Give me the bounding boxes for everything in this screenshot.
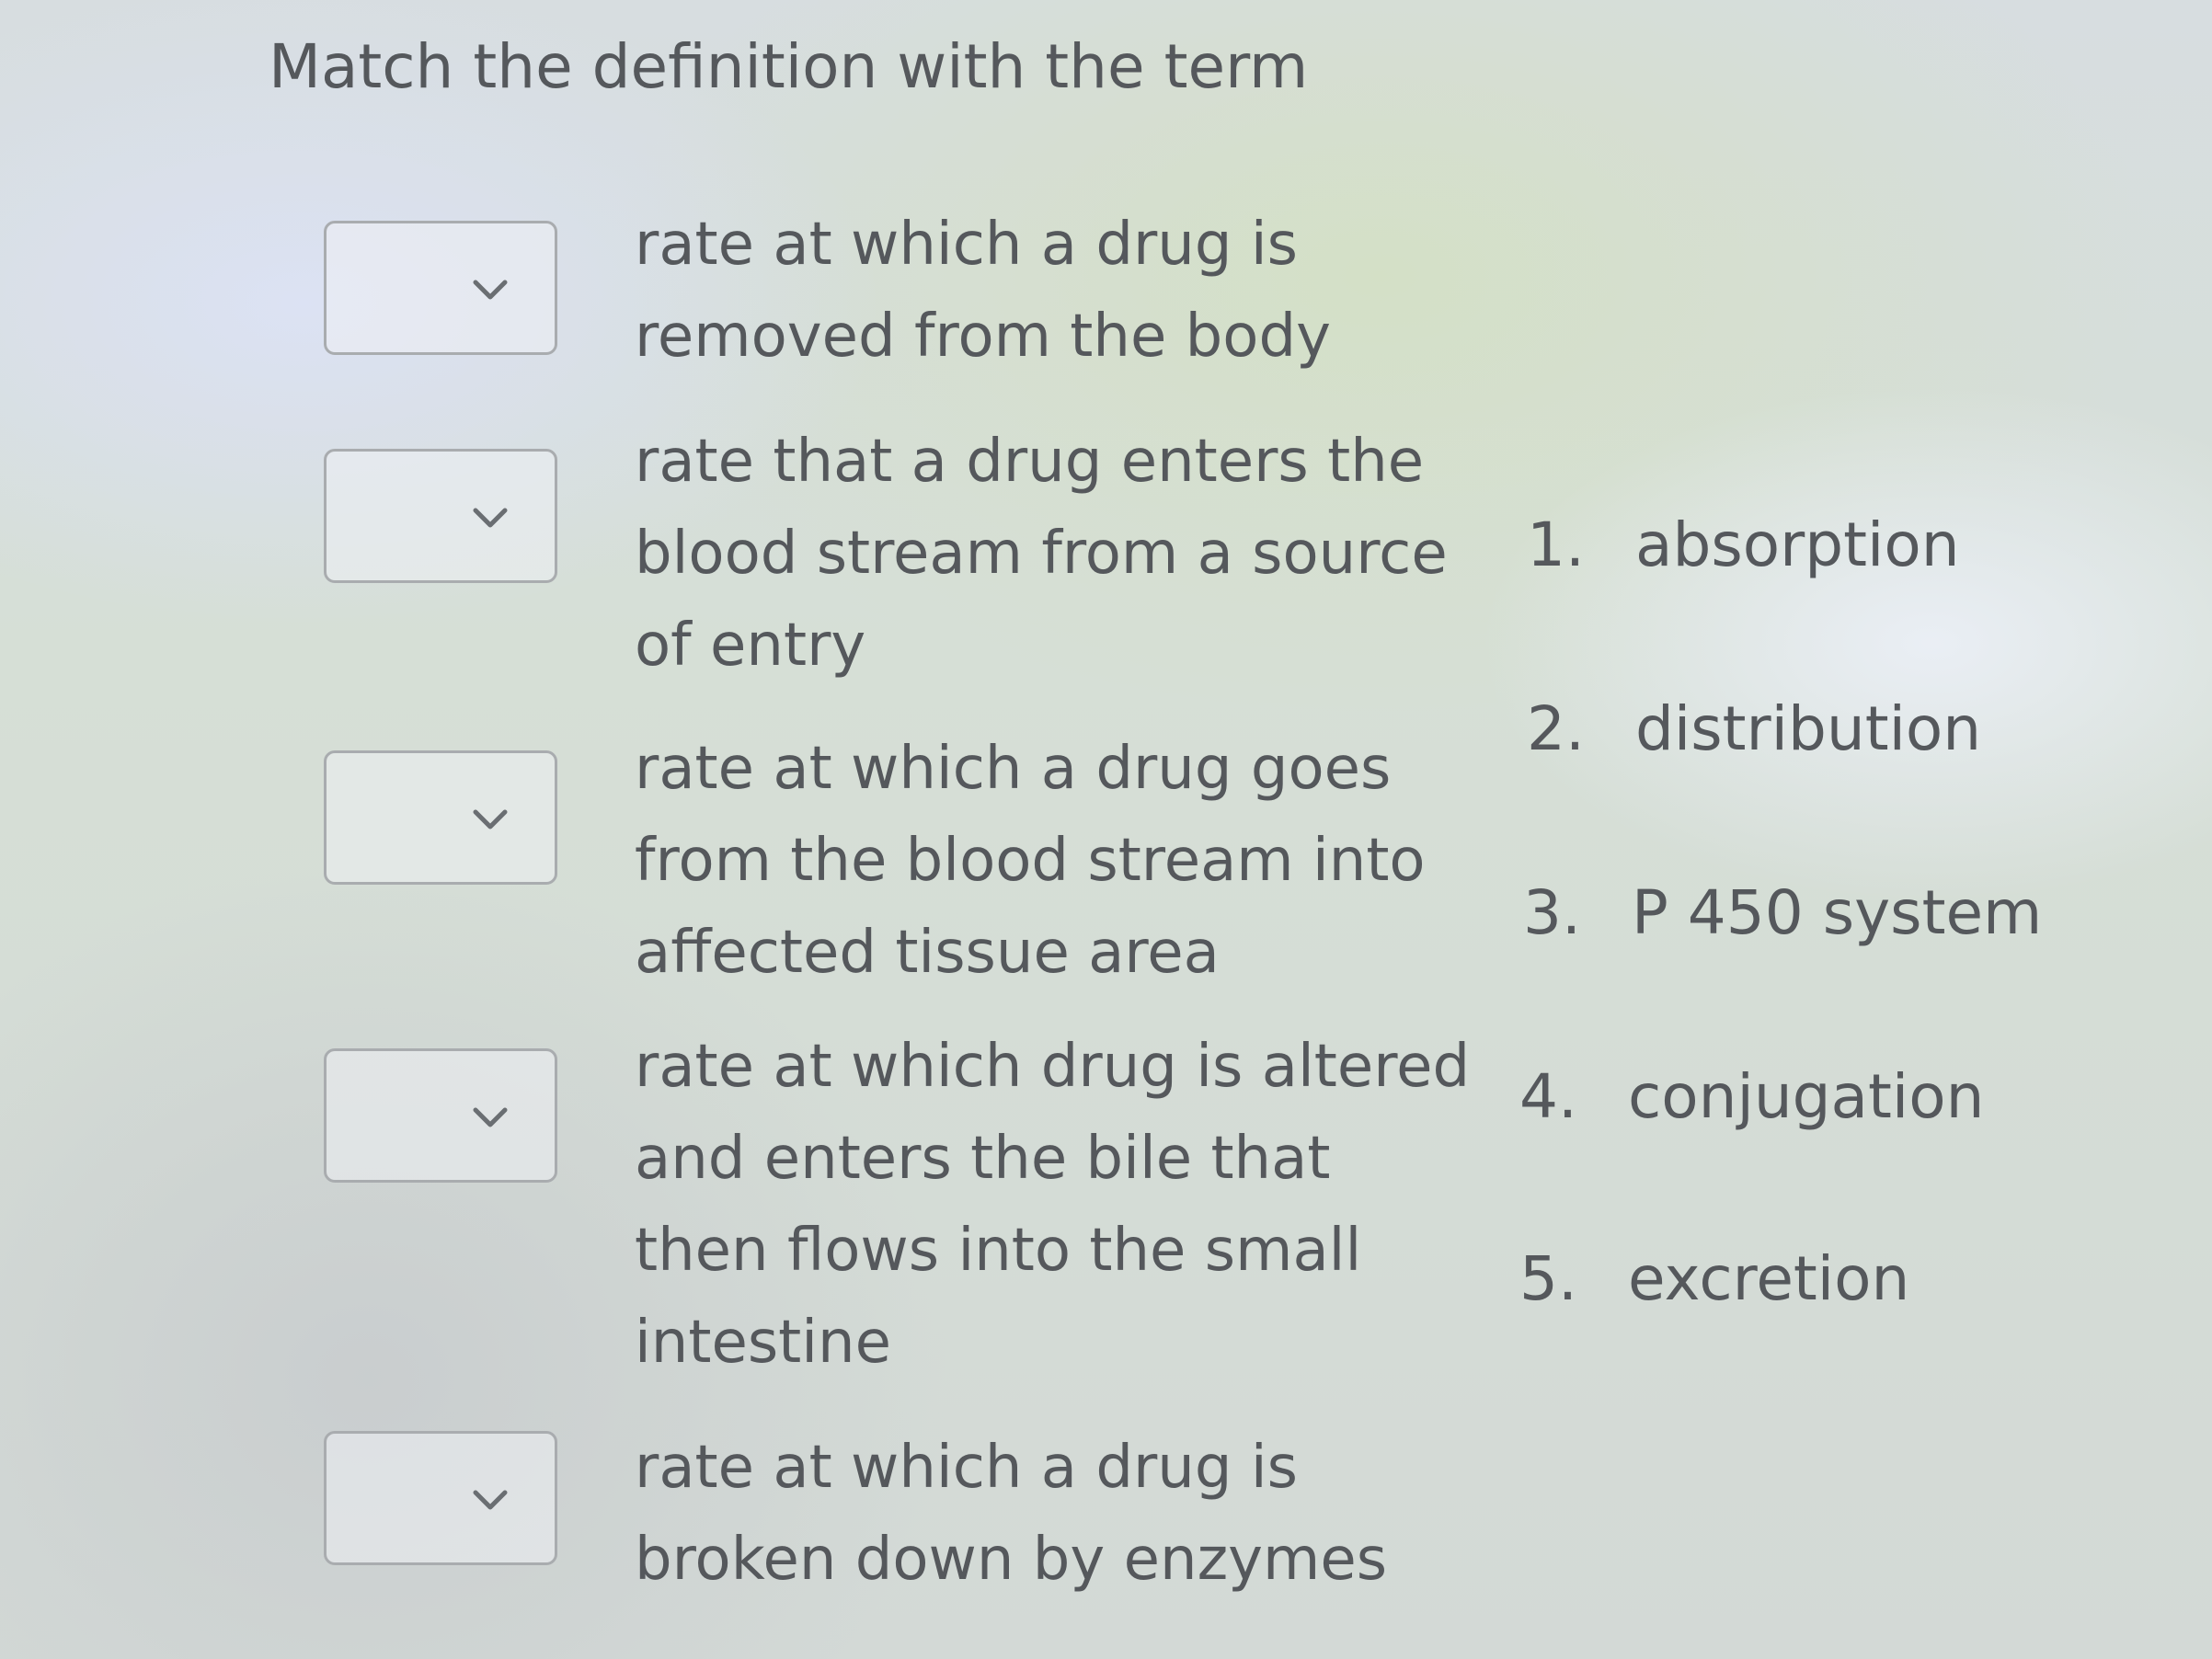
definition-line: from the blood stream into	[635, 827, 1426, 895]
term-select-dropdown[interactable]	[324, 1048, 557, 1183]
term-number: 2.	[1527, 693, 1585, 764]
definition-text: rate at which a drug is removed from the…	[635, 199, 1462, 383]
term-number: 1.	[1527, 509, 1585, 580]
chevron-down-icon	[473, 1490, 508, 1510]
term-select-dropdown[interactable]	[324, 1431, 557, 1565]
definition-line: rate at which drug is altered	[635, 1033, 1471, 1101]
chevron-down-icon	[473, 809, 508, 830]
definition-text: rate at which a drug is broken down by e…	[635, 1422, 1462, 1606]
definition-line: intestine	[635, 1309, 891, 1377]
definition-line: and enters the bile that	[635, 1125, 1331, 1193]
definition-line: rate that a drug enters the	[635, 428, 1425, 496]
chevron-down-icon	[473, 508, 508, 528]
term-label: absorption	[1635, 509, 1960, 580]
definition-line: broken down by enzymes	[635, 1526, 1388, 1594]
definition-text: rate at which a drug goes from the blood…	[635, 723, 1462, 999]
definition-line: rate at which a drug is	[635, 1434, 1298, 1502]
definition-line: rate at which a drug goes	[635, 735, 1392, 803]
definition-text: rate at which drug is altered and enters…	[635, 1021, 1471, 1389]
term-number: 3.	[1523, 877, 1581, 948]
term-item: 3. P 450 system	[1523, 874, 2042, 953]
term-item: 1. absorption	[1527, 506, 1960, 585]
term-number: 4.	[1519, 1061, 1577, 1132]
term-select-dropdown[interactable]	[324, 750, 557, 885]
term-number: 5.	[1519, 1243, 1577, 1314]
term-label: excretion	[1628, 1243, 1910, 1314]
term-item: 4. conjugation	[1519, 1058, 1984, 1137]
term-label: P 450 system	[1632, 877, 2043, 948]
definition-line: affected tissue area	[635, 919, 1220, 987]
definition-line: then flows into the small	[635, 1217, 1362, 1285]
definition-text: rate that a drug enters the blood stream…	[635, 416, 1462, 692]
term-label: conjugation	[1628, 1061, 1985, 1132]
term-item: 5. excretion	[1519, 1240, 1909, 1319]
term-select-dropdown[interactable]	[324, 449, 557, 583]
chevron-down-icon	[473, 280, 508, 300]
term-item: 2. distribution	[1527, 690, 1981, 769]
term-label: distribution	[1635, 693, 1982, 764]
definition-line: rate at which a drug is	[635, 211, 1298, 279]
chevron-down-icon	[473, 1107, 508, 1127]
definition-line: removed from the body	[635, 303, 1331, 371]
term-select-dropdown[interactable]	[324, 221, 557, 355]
page-title: Match the definition with the term	[269, 31, 1309, 102]
definition-line: blood stream from a source	[635, 520, 1448, 588]
definition-line: of entry	[635, 612, 866, 680]
